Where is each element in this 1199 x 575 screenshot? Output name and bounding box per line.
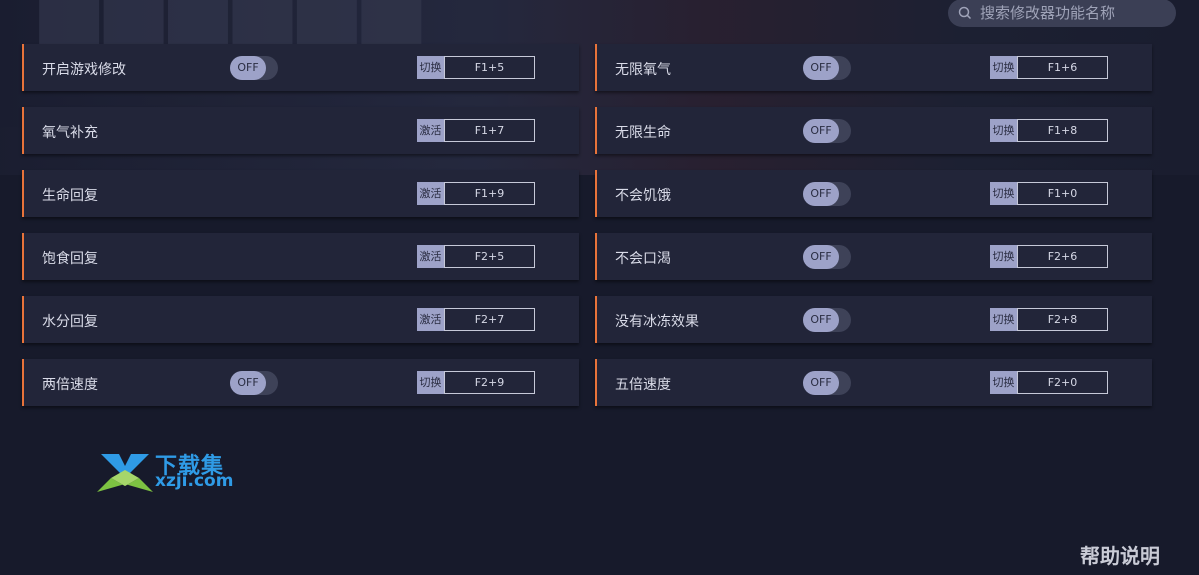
cheat-label: 没有冰冻效果	[615, 314, 699, 330]
hotkey-field[interactable]: 激活 F1+7	[417, 119, 535, 142]
cheat-row: 两倍速度 OFF 切换 F2+9	[22, 359, 579, 406]
cheat-row: 无限生命 OFF 切换 F1+8	[595, 107, 1152, 154]
switch-button[interactable]: 切换	[990, 308, 1017, 331]
hotkey-field[interactable]: 激活 F2+5	[417, 245, 535, 268]
cheat-toggle[interactable]: OFF	[230, 56, 278, 80]
cheat-row: 五倍速度 OFF 切换 F2+0	[595, 359, 1152, 406]
search-icon	[958, 6, 972, 20]
switch-button[interactable]: 切换	[990, 119, 1017, 142]
cheat-toggle[interactable]: OFF	[803, 119, 851, 143]
toggle-state-label: OFF	[230, 371, 266, 395]
hotkey-field[interactable]: 激活 F2+7	[417, 308, 535, 331]
cheat-row: 没有冰冻效果 OFF 切换 F2+8	[595, 296, 1152, 343]
toggle-state-label: OFF	[803, 182, 839, 206]
switch-button[interactable]: 切换	[417, 371, 444, 394]
toggle-state-label: OFF	[230, 56, 266, 80]
toggle-state-label: OFF	[803, 308, 839, 332]
hotkey-field[interactable]: 切换 F2+6	[990, 245, 1108, 268]
hotkey-field[interactable]: 切换 F2+0	[990, 371, 1108, 394]
hotkey-field[interactable]: 切换 F2+8	[990, 308, 1108, 331]
hotkey-combo[interactable]: F2+0	[1017, 371, 1108, 394]
switch-button[interactable]: 切换	[990, 182, 1017, 205]
cheat-row: 不会饥饿 OFF 切换 F1+0	[595, 170, 1152, 217]
help-link[interactable]: 帮助说明	[1080, 540, 1160, 569]
switch-button[interactable]: 切换	[417, 56, 444, 79]
activate-button[interactable]: 激活	[417, 308, 444, 331]
activate-button[interactable]: 激活	[417, 182, 444, 205]
cheat-row: 饱食回复 激活 F2+5	[22, 233, 579, 280]
cheat-label: 氧气补充	[42, 125, 98, 141]
toggle-state-label: OFF	[803, 119, 839, 143]
cheat-label: 饱食回复	[42, 251, 98, 267]
cheat-label: 两倍速度	[42, 377, 98, 393]
toggle-state-label: OFF	[803, 245, 839, 269]
hotkey-combo[interactable]: F1+6	[1017, 56, 1108, 79]
hotkey-field[interactable]: 切换 F1+5	[417, 56, 535, 79]
switch-button[interactable]: 切换	[990, 371, 1017, 394]
cheat-label: 无限生命	[615, 125, 671, 141]
activate-button[interactable]: 激活	[417, 119, 444, 142]
cheat-toggle[interactable]: OFF	[230, 371, 278, 395]
hotkey-field[interactable]: 激活 F1+9	[417, 182, 535, 205]
search-input[interactable]	[978, 3, 1172, 23]
cheat-label: 生命回复	[42, 188, 98, 204]
cheat-toggle[interactable]: OFF	[803, 182, 851, 206]
cheat-label: 五倍速度	[615, 377, 671, 393]
hotkey-combo[interactable]: F2+6	[1017, 245, 1108, 268]
cheat-toggle[interactable]: OFF	[803, 56, 851, 80]
cheat-toggle[interactable]: OFF	[803, 371, 851, 395]
cheat-row: 不会口渴 OFF 切换 F2+6	[595, 233, 1152, 280]
cheat-label: 水分回复	[42, 314, 98, 330]
cheat-row: 氧气补充 激活 F1+7	[22, 107, 579, 154]
switch-button[interactable]: 切换	[990, 56, 1017, 79]
cheat-label: 无限氧气	[615, 62, 671, 78]
hotkey-field[interactable]: 切换 F1+8	[990, 119, 1108, 142]
cheat-label: 开启游戏修改	[42, 62, 126, 78]
cheat-toggle[interactable]: OFF	[803, 308, 851, 332]
hotkey-combo[interactable]: F2+5	[444, 245, 535, 268]
cheat-label: 不会饥饿	[615, 188, 671, 204]
hotkey-combo[interactable]: F1+7	[444, 119, 535, 142]
hotkey-combo[interactable]: F1+0	[1017, 182, 1108, 205]
hotkey-field[interactable]: 切换 F1+6	[990, 56, 1108, 79]
hotkey-combo[interactable]: F1+8	[1017, 119, 1108, 142]
hotkey-combo[interactable]: F1+5	[444, 56, 535, 79]
cheat-label: 不会口渴	[615, 251, 671, 267]
hotkey-combo[interactable]: F2+7	[444, 308, 535, 331]
logo-mark-icon	[97, 454, 153, 492]
hotkey-field[interactable]: 切换 F2+9	[417, 371, 535, 394]
switch-button[interactable]: 切换	[990, 245, 1017, 268]
cheat-row: 无限氧气 OFF 切换 F1+6	[595, 44, 1152, 91]
search-box[interactable]	[948, 0, 1176, 27]
cheat-row: 水分回复 激活 F2+7	[22, 296, 579, 343]
cheat-row: 生命回复 激活 F1+9	[22, 170, 579, 217]
cheat-row: 开启游戏修改 OFF 切换 F1+5	[22, 44, 579, 91]
toggle-state-label: OFF	[803, 56, 839, 80]
logo-domain: xzji.com	[155, 471, 234, 491]
cheat-toggle[interactable]: OFF	[803, 245, 851, 269]
hotkey-combo[interactable]: F2+8	[1017, 308, 1108, 331]
xzji-logo: 下载集 xzji.com	[97, 448, 237, 496]
toggle-state-label: OFF	[803, 371, 839, 395]
hotkey-combo[interactable]: F1+9	[444, 182, 535, 205]
activate-button[interactable]: 激活	[417, 245, 444, 268]
hotkey-field[interactable]: 切换 F1+0	[990, 182, 1108, 205]
hotkey-combo[interactable]: F2+9	[444, 371, 535, 394]
